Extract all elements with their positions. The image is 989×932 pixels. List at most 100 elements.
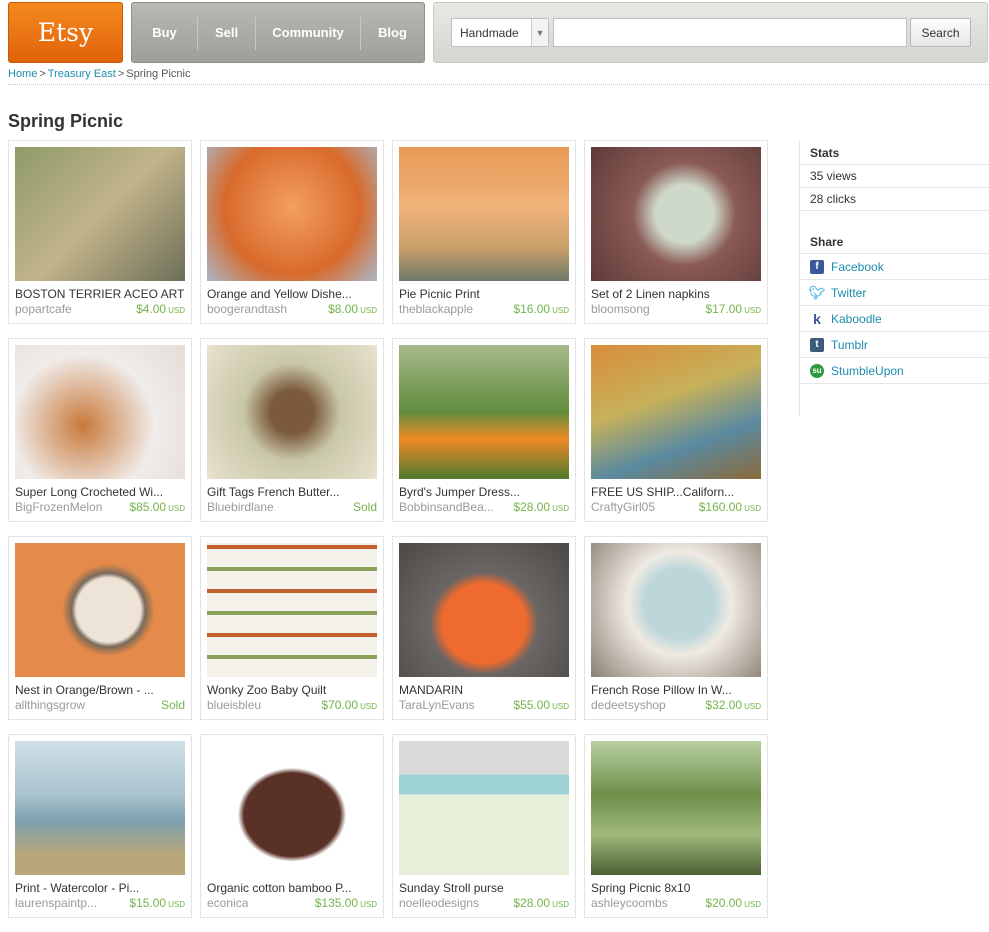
share-label: Facebook bbox=[831, 259, 884, 274]
listing-thumbnail[interactable] bbox=[207, 345, 377, 479]
listing-thumbnail[interactable] bbox=[591, 345, 761, 479]
price-currency: USD bbox=[360, 702, 377, 711]
listing-title[interactable]: Nest in Orange/Brown - ... bbox=[15, 683, 185, 697]
listing-title[interactable]: Orange and Yellow Dishe... bbox=[207, 287, 377, 301]
divider bbox=[8, 84, 988, 85]
listing-card[interactable]: FREE US SHIP...Californ... CraftyGirl05 $1… bbox=[584, 338, 768, 522]
listing-card[interactable]: Pie Picnic Print theblackapple $16.00 USD bbox=[392, 140, 576, 324]
listing-card[interactable]: Nest in Orange/Brown - ... allthingsgrow S… bbox=[8, 536, 192, 720]
listing-card[interactable]: Organic cotton bamboo P... econica $135.00… bbox=[200, 734, 384, 918]
share-facebook[interactable]: f Facebook bbox=[800, 254, 989, 280]
listing-shop[interactable]: ashleycoombs bbox=[591, 896, 668, 910]
listing-thumbnail[interactable] bbox=[399, 741, 569, 875]
price-amount: $8.00 bbox=[328, 302, 359, 316]
listing-card[interactable]: Set of 2 Linen napkins bloomsong $17.00 USD bbox=[584, 140, 768, 324]
listing-title[interactable]: Sunday Stroll purse bbox=[399, 881, 569, 895]
listing-shop[interactable]: blueisbleu bbox=[207, 698, 261, 712]
listing-shop[interactable]: laurenspaintp... bbox=[15, 896, 97, 910]
breadcrumb: Home > Treasury East > Spring Picnic bbox=[8, 68, 190, 80]
listing-card[interactable]: Orange and Yellow Dishe... boogerandtash $… bbox=[200, 140, 384, 324]
listing-card[interactable]: MANDARIN TaraLynEvans $55.00 USD bbox=[392, 536, 576, 720]
listing-thumbnail[interactable] bbox=[207, 741, 377, 875]
listing-card[interactable]: Print - Watercolor - Pi... laurenspaintp.… bbox=[8, 734, 192, 918]
listing-title[interactable]: Byrd's Jumper Dress... bbox=[399, 485, 569, 499]
listing-price: Sold bbox=[353, 500, 377, 514]
listing-meta: CraftyGirl05 $160.00 USD bbox=[591, 500, 761, 514]
listing-grid: BOSTON TERRIER ACEO ART popartcafe $4.00 US… bbox=[8, 140, 776, 918]
price-amount: $32.00 bbox=[705, 698, 743, 712]
listing-title[interactable]: Wonky Zoo Baby Quilt bbox=[207, 683, 377, 697]
listing-meta: BigFrozenMelon $85.00 USD bbox=[15, 500, 185, 514]
stats-views: 35 views bbox=[800, 165, 989, 188]
etsy-logo[interactable]: Etsy bbox=[8, 2, 123, 63]
listing-card[interactable]: French Rose Pillow In W... dedeetsyshop $3… bbox=[584, 536, 768, 720]
listing-shop[interactable]: bloomsong bbox=[591, 302, 650, 316]
breadcrumb-treasury[interactable]: Treasury East bbox=[48, 68, 116, 80]
share-twitter[interactable]: 🐦︎ Twitter bbox=[800, 280, 989, 306]
price-amount: $15.00 bbox=[129, 896, 167, 910]
listing-title[interactable]: Print - Watercolor - Pi... bbox=[15, 881, 185, 895]
listing-thumbnail[interactable] bbox=[399, 147, 569, 281]
listing-title[interactable]: Organic cotton bamboo P... bbox=[207, 881, 377, 895]
nav-community[interactable]: Community bbox=[256, 15, 361, 50]
listing-thumbnail[interactable] bbox=[207, 543, 377, 677]
listing-thumbnail[interactable] bbox=[15, 345, 185, 479]
listing-card[interactable]: Wonky Zoo Baby Quilt blueisbleu $70.00 USD bbox=[200, 536, 384, 720]
listing-shop[interactable]: BigFrozenMelon bbox=[15, 500, 102, 514]
nav-blog[interactable]: Blog bbox=[361, 16, 424, 50]
listing-thumbnail[interactable] bbox=[15, 147, 185, 281]
listing-thumbnail[interactable] bbox=[207, 147, 377, 281]
listing-card[interactable]: Sunday Stroll purse noelleodesigns $28.00 U… bbox=[392, 734, 576, 918]
nav-buy[interactable]: Buy bbox=[132, 15, 198, 50]
price-currency: USD bbox=[168, 900, 185, 909]
listing-shop[interactable]: Bluebirdlane bbox=[207, 500, 274, 514]
listing-shop[interactable]: dedeetsyshop bbox=[591, 698, 666, 712]
listing-card[interactable]: Byrd's Jumper Dress... BobbinsandBea... $2… bbox=[392, 338, 576, 522]
nav-sell[interactable]: Sell bbox=[198, 15, 256, 50]
price-amount: Sold bbox=[352, 500, 377, 514]
facebook-icon: f bbox=[810, 259, 824, 274]
listing-thumbnail[interactable] bbox=[399, 345, 569, 479]
listing-card[interactable]: BOSTON TERRIER ACEO ART popartcafe $4.00 US… bbox=[8, 140, 192, 324]
listing-card[interactable]: Spring Picnic 8x10 ashleycoombs $20.00 USD bbox=[584, 734, 768, 918]
listing-thumbnail[interactable] bbox=[591, 543, 761, 677]
breadcrumb-home[interactable]: Home bbox=[8, 68, 37, 80]
share-heading: Share bbox=[800, 229, 989, 254]
listing-title[interactable]: Set of 2 Linen napkins bbox=[591, 287, 761, 301]
listing-title[interactable]: Gift Tags French Butter... bbox=[207, 485, 377, 499]
listing-shop[interactable]: theblackapple bbox=[399, 302, 473, 316]
listing-shop[interactable]: noelleodesigns bbox=[399, 896, 479, 910]
listing-shop[interactable]: econica bbox=[207, 896, 248, 910]
listing-title[interactable]: Super Long Crocheted Wi... bbox=[15, 485, 185, 499]
search-button[interactable]: Search bbox=[910, 18, 971, 47]
listing-thumbnail[interactable] bbox=[399, 543, 569, 677]
listing-shop[interactable]: allthingsgrow bbox=[15, 698, 85, 712]
share-kaboodle[interactable]: k Kaboodle bbox=[800, 306, 989, 332]
listing-shop[interactable]: TaraLynEvans bbox=[399, 698, 475, 712]
listing-price: $55.00 USD bbox=[513, 698, 569, 712]
listing-thumbnail[interactable] bbox=[15, 543, 185, 677]
listing-card[interactable]: Super Long Crocheted Wi... BigFrozenMelon… bbox=[8, 338, 192, 522]
listing-meta: dedeetsyshop $32.00 USD bbox=[591, 698, 761, 712]
listing-title[interactable]: FREE US SHIP...Californ... bbox=[591, 485, 761, 499]
listing-card[interactable]: Gift Tags French Butter... Bluebirdlane So… bbox=[200, 338, 384, 522]
listing-shop[interactable]: boogerandtash bbox=[207, 302, 287, 316]
listing-shop[interactable]: BobbinsandBea... bbox=[399, 500, 494, 514]
listing-shop[interactable]: popartcafe bbox=[15, 302, 72, 316]
listing-title[interactable]: Pie Picnic Print bbox=[399, 287, 569, 301]
listing-title[interactable]: Spring Picnic 8x10 bbox=[591, 881, 761, 895]
listing-thumbnail[interactable] bbox=[15, 741, 185, 875]
listing-price: $28.00 USD bbox=[513, 500, 569, 514]
listing-title[interactable]: MANDARIN bbox=[399, 683, 569, 697]
search-category-select[interactable]: Handmade ▼ bbox=[451, 18, 549, 47]
listing-title[interactable]: French Rose Pillow In W... bbox=[591, 683, 761, 697]
listing-meta: theblackapple $16.00 USD bbox=[399, 302, 569, 316]
listing-thumbnail[interactable] bbox=[591, 741, 761, 875]
stumbleupon-icon: su bbox=[810, 363, 824, 378]
share-stumbleupon[interactable]: su StumbleUpon bbox=[800, 358, 989, 384]
listing-shop[interactable]: CraftyGirl05 bbox=[591, 500, 655, 514]
share-tumblr[interactable]: t Tumblr bbox=[800, 332, 989, 358]
listing-thumbnail[interactable] bbox=[591, 147, 761, 281]
search-input[interactable] bbox=[553, 18, 907, 47]
listing-title[interactable]: BOSTON TERRIER ACEO ART bbox=[15, 287, 185, 301]
